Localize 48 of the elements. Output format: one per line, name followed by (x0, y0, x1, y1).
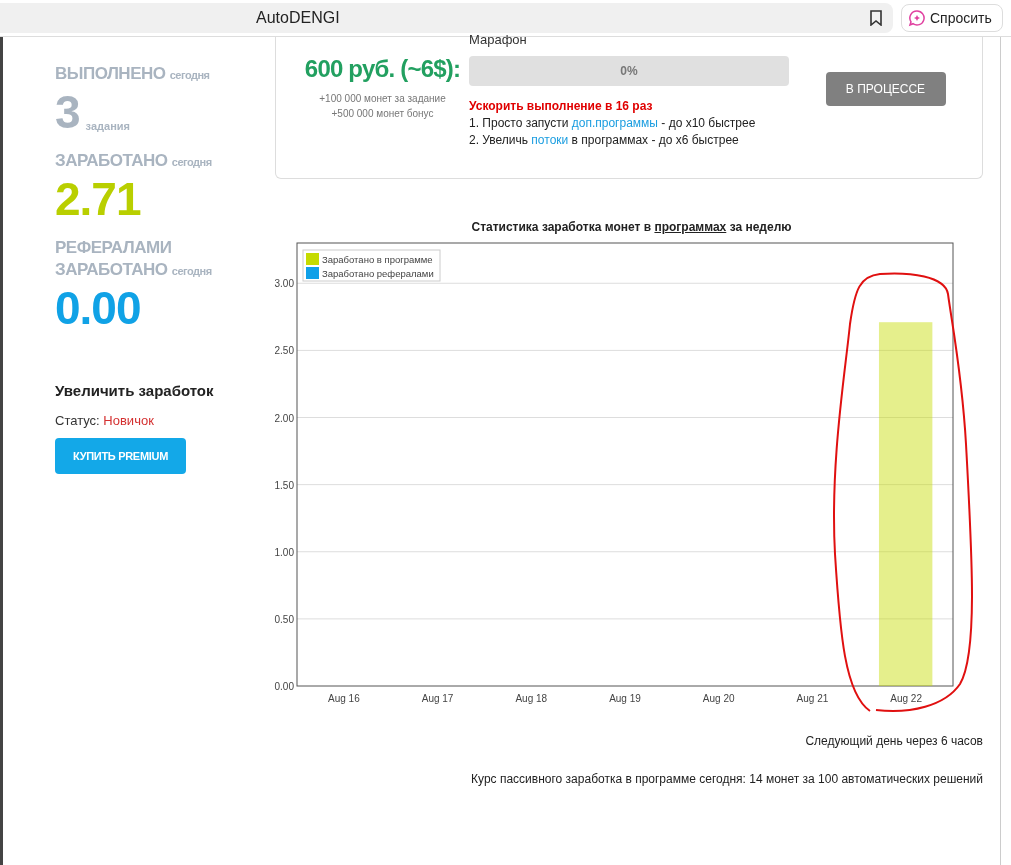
y-tick-label: 2.00 (274, 412, 294, 424)
x-tick-label: Aug 22 (890, 693, 922, 704)
tip-text: 2. Увеличь потоки в программах - до x6 быстрее (469, 133, 740, 147)
sparkle-bubble-icon (908, 9, 926, 27)
status-text: Статус: Новичок (55, 413, 155, 428)
y-tick-label: 2.50 (274, 345, 294, 357)
x-tick-label: Aug 16 (328, 693, 360, 704)
legend-label: Заработано рефералами (322, 268, 434, 279)
tip-link[interactable]: потоки (531, 133, 569, 147)
reward-amount: 600 руб. (~6$): (304, 55, 461, 83)
address-bar[interactable]: AutoDENGI (0, 3, 893, 33)
stat-unit: задания (85, 120, 130, 132)
section-title: Увеличить заработок (55, 382, 215, 399)
legend-label: Заработано в программе (322, 254, 433, 265)
stat-label: РЕФЕРАЛАМИ ЗАРАБОТАНО сегодня (55, 237, 213, 281)
tip-link[interactable]: доп.программы (571, 116, 658, 130)
in-progress-button[interactable]: В ПРОЦЕССЕ (825, 72, 946, 106)
chart-title: Статистика заработка монет в программах за неделю (470, 220, 793, 234)
task-title: Марафон (469, 33, 528, 49)
y-tick-label: 1.50 (274, 479, 294, 491)
x-tick-label: Aug 18 (515, 693, 548, 704)
x-tick-label: Aug 21 (796, 693, 829, 704)
stat-value: 2.71 (55, 173, 141, 225)
stat-value: 0.00 (55, 282, 141, 334)
legend-swatch (306, 253, 319, 265)
y-tick-label: 1.00 (274, 546, 294, 558)
page-title: AutoDENGI (256, 9, 341, 27)
bookmark-icon[interactable] (869, 10, 883, 26)
stat-value: 3 (55, 86, 80, 138)
x-tick-label: Aug 20 (702, 693, 735, 704)
progress-text: 0% (619, 64, 639, 78)
reward-note: +100 000 монет за задание (319, 92, 446, 106)
buy-premium-button[interactable]: КУПИТЬ PREMIUM (55, 438, 186, 474)
footer-text: Курс пассивного заработка в программе сегодня: 14 монет за 100 автоматических решений (470, 772, 983, 786)
y-tick-label: 3.00 (274, 278, 294, 290)
footer-text: Следующий день через 6 часов (804, 734, 983, 748)
tip-text: 1. Просто запусти доп.программы - до x10 быстрее (469, 116, 757, 130)
x-tick-label: Aug 17 (421, 693, 454, 704)
stat-label: ЗАРАБОТАНО сегодня (55, 150, 213, 172)
reward-note: +500 000 монет бонус (331, 107, 434, 121)
x-tick-label: Aug 19 (609, 693, 641, 704)
speedup-title: Ускорить выполнение в 16 раз (469, 99, 654, 113)
y-tick-label: 0.50 (274, 613, 294, 625)
y-tick-label: 0.00 (274, 681, 294, 692)
legend-swatch (306, 267, 319, 279)
programs-link[interactable]: программах (654, 220, 727, 234)
stat-label: ВЫПОЛНЕНО сегодня (55, 63, 211, 85)
ask-button[interactable]: Спросить (901, 4, 1003, 32)
